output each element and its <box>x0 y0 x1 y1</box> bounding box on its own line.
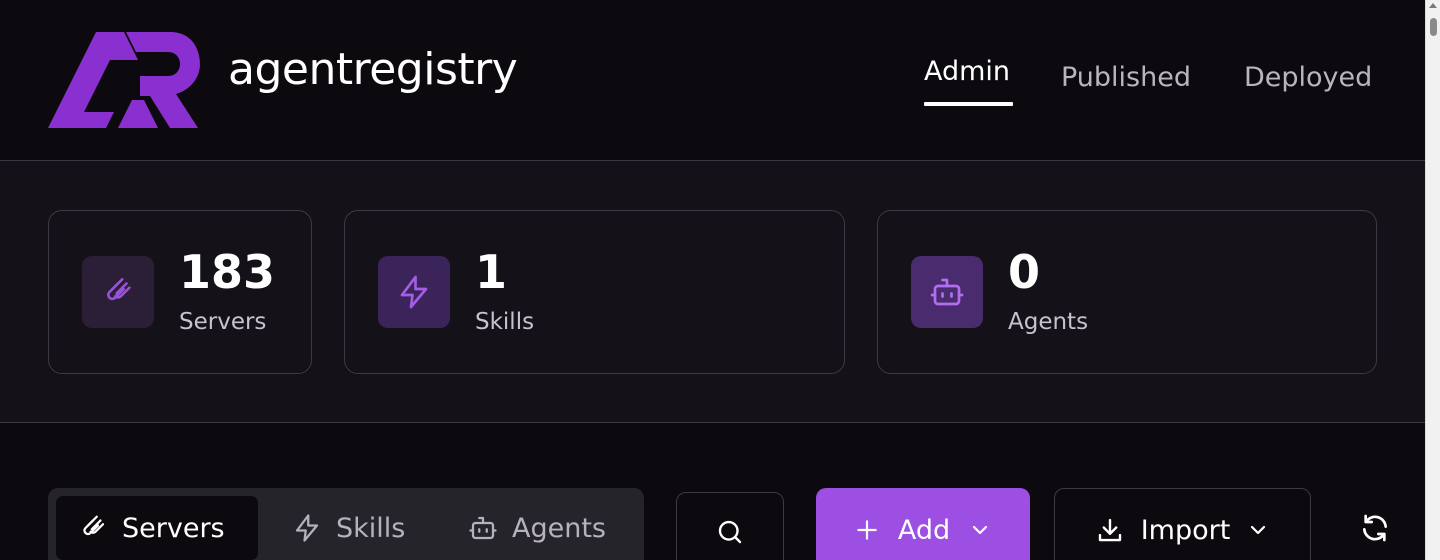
toolbar: Servers Skills Agents Add Import <box>0 424 1425 560</box>
add-button[interactable]: Add <box>816 488 1030 560</box>
tab-servers-label: Servers <box>122 512 225 544</box>
server-icon <box>82 256 154 328</box>
servers-label: Servers <box>179 309 267 335</box>
stats-section: 183 Servers 1 Skills 0 Agents <box>0 161 1425 423</box>
brand-name: agentregistry <box>228 44 518 95</box>
nav-deployed[interactable]: Deployed <box>1244 62 1372 94</box>
tab-skills[interactable]: Skills <box>270 496 430 560</box>
skills-label: Skills <box>475 309 535 335</box>
chevron-down-icon <box>973 525 988 535</box>
bot-icon <box>469 516 497 540</box>
resource-tabs: Servers Skills Agents <box>48 488 644 560</box>
nav-active-indicator <box>924 102 1013 106</box>
server-icon <box>83 515 105 536</box>
tab-agents-label: Agents <box>512 512 606 544</box>
scroll-thumb[interactable] <box>1430 18 1437 36</box>
lightning-icon <box>378 256 450 328</box>
refresh-icon <box>1363 514 1387 542</box>
scroll-up-arrow[interactable] <box>1429 3 1437 8</box>
plus-icon <box>857 520 877 540</box>
skills-count: 1 <box>475 245 508 299</box>
tab-skills-label: Skills <box>336 512 406 544</box>
agents-label: Agents <box>1008 309 1089 335</box>
page-scrollbar[interactable] <box>1425 0 1440 560</box>
refresh-button[interactable] <box>1348 508 1402 548</box>
tab-agents[interactable]: Agents <box>446 496 636 560</box>
stat-card-agents[interactable]: 0 Agents <box>877 210 1377 374</box>
agents-count: 0 <box>1008 245 1041 299</box>
stat-card-servers[interactable]: 183 Servers <box>48 210 312 374</box>
chevron-down-icon <box>1251 525 1266 535</box>
servers-count: 183 <box>179 245 276 299</box>
nav-published[interactable]: Published <box>1061 62 1191 94</box>
bot-icon <box>911 256 983 328</box>
agentregistry-logo[interactable] <box>48 32 200 128</box>
lightning-icon <box>295 514 319 542</box>
search-button[interactable] <box>676 492 784 560</box>
search-icon <box>718 520 742 544</box>
download-icon <box>1098 518 1121 542</box>
stat-card-skills[interactable]: 1 Skills <box>344 210 845 374</box>
tab-servers[interactable]: Servers <box>56 496 258 560</box>
import-button[interactable]: Import <box>1054 488 1311 560</box>
import-button-label: Import <box>1140 514 1231 546</box>
nav-admin[interactable]: Admin <box>924 56 1010 88</box>
add-button-label: Add <box>897 514 951 546</box>
app-header: agentregistry Admin Published Deployed <box>0 0 1425 161</box>
